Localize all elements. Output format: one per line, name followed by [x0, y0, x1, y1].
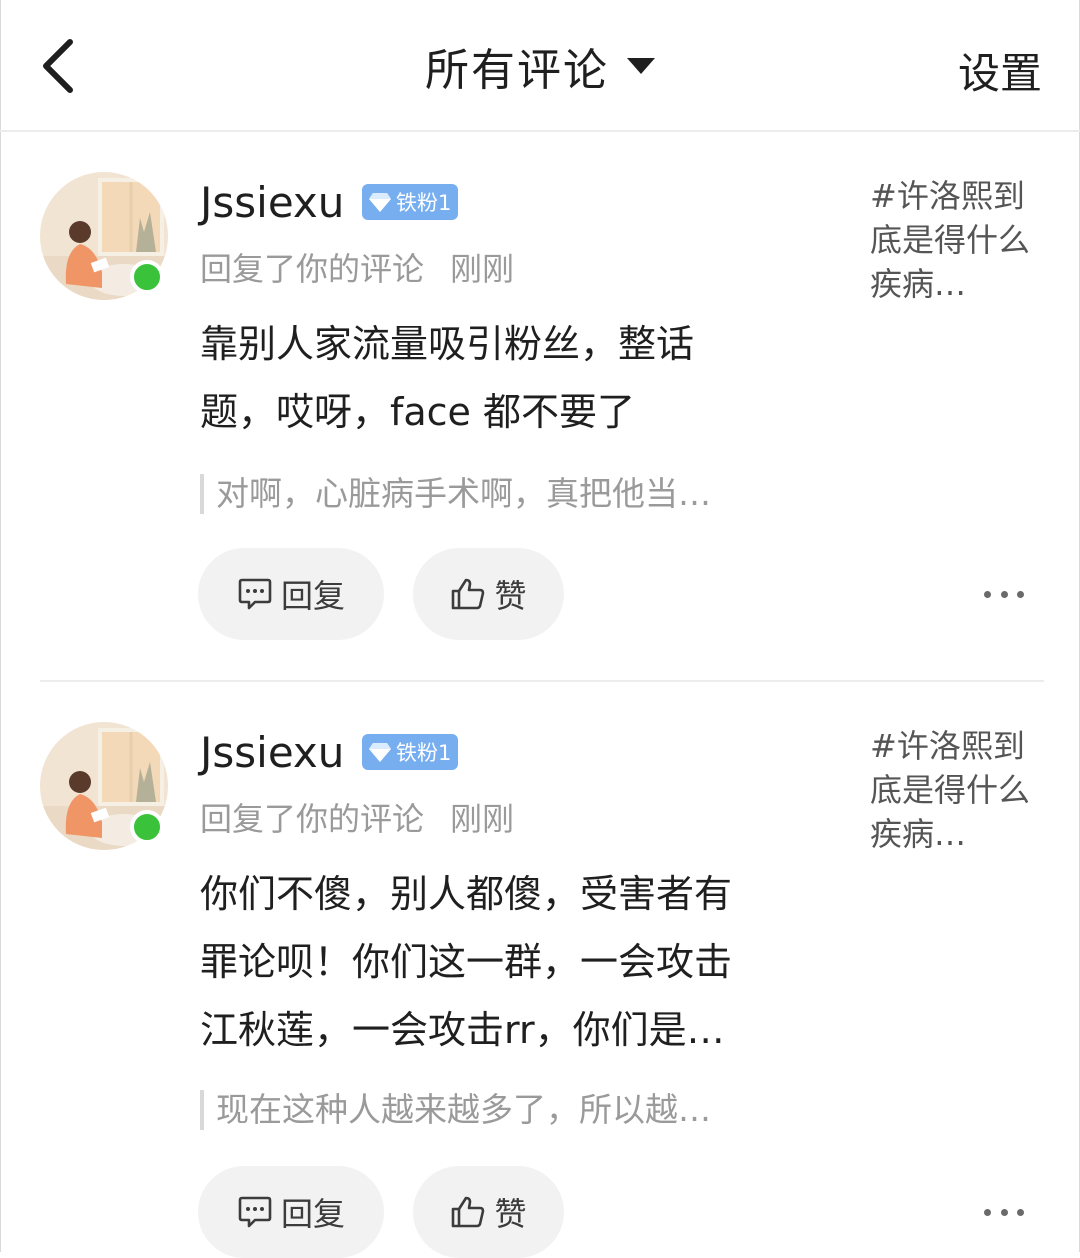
comment-meta: 回复了你的评论 刚刚	[200, 244, 514, 290]
comment-item: Jssiexu 铁粉1 回复了你的评论 刚刚 #许洛熙到底是得什么疾病… 靠别人家…	[0, 132, 1080, 680]
action-text: 回复了你的评论	[200, 800, 425, 838]
diamond-icon	[369, 193, 391, 212]
filter-dropdown[interactable]: 所有评论	[0, 34, 1080, 98]
timestamp: 刚刚	[450, 800, 515, 838]
comment-line: 你们不傻，别人都傻，受害者有	[200, 872, 733, 916]
badge-label: 铁粉1	[396, 191, 452, 215]
page-title: 所有评论	[425, 45, 609, 96]
more-dots-icon	[1000, 1208, 1008, 1216]
comment-meta: 回复了你的评论 刚刚	[200, 794, 514, 840]
comment-line: 靠别人家流量吸引粉丝，整话	[200, 322, 695, 366]
more-dots-icon	[1017, 590, 1024, 598]
reply-label: 回复	[280, 577, 345, 615]
more-options-button[interactable]	[984, 1202, 1024, 1222]
quoted-reply[interactable]: 现在这种人越来越多了，所以越…	[200, 1090, 846, 1130]
thumbs-up-icon	[452, 578, 485, 610]
thumbs-up-icon	[452, 1196, 485, 1228]
comment-body[interactable]: 你们不傻，别人都傻，受害者有 罪论呗！你们这一群，一会攻击 江秋莲，一会攻击rr…	[200, 860, 830, 1064]
action-text: 回复了你的评论	[200, 250, 425, 288]
username[interactable]: Jssiexu	[200, 728, 344, 777]
topic-preview[interactable]: #许洛熙到底是得什么疾病…	[870, 174, 1040, 306]
diamond-icon	[369, 743, 391, 762]
more-dots-icon	[984, 1208, 991, 1216]
like-button[interactable]: 赞	[413, 1166, 564, 1258]
badge-label: 铁粉1	[396, 741, 452, 765]
reply-button[interactable]: 回复	[198, 1166, 384, 1258]
comment-body[interactable]: 靠别人家流量吸引粉丝，整话 题，哎呀，face 都不要了	[200, 310, 830, 446]
online-status-dot	[130, 810, 164, 844]
online-status-dot	[130, 260, 164, 294]
top-bar: 所有评论 设置	[0, 0, 1080, 132]
comment-line: 题，哎呀，face 都不要了	[200, 390, 636, 434]
fan-badge: 铁粉1	[362, 184, 458, 220]
reply-button[interactable]: 回复	[198, 548, 384, 640]
like-label: 赞	[494, 1195, 527, 1233]
comment-bubble-icon	[238, 1196, 272, 1228]
reply-label: 回复	[280, 1195, 345, 1233]
fan-badge: 铁粉1	[362, 734, 458, 770]
settings-button[interactable]: 设置	[958, 40, 1042, 101]
username[interactable]: Jssiexu	[200, 178, 344, 227]
caret-down-icon	[627, 58, 655, 74]
comment-bubble-icon	[238, 578, 272, 610]
like-label: 赞	[494, 577, 527, 615]
more-options-button[interactable]	[984, 584, 1024, 604]
more-dots-icon	[1017, 1208, 1024, 1216]
comment-line: 罪论呗！你们这一群，一会攻击	[200, 940, 733, 984]
more-dots-icon	[1000, 590, 1008, 598]
comment-item: Jssiexu 铁粉1 回复了你的评论 刚刚 #许洛熙到底是得什么疾病… 你们不傻…	[0, 682, 1080, 1258]
quoted-reply[interactable]: 对啊，心脏病手术啊，真把他当…	[200, 474, 846, 514]
more-dots-icon	[984, 590, 991, 598]
like-button[interactable]: 赞	[413, 548, 564, 640]
timestamp: 刚刚	[450, 250, 515, 288]
comment-line: 江秋莲，一会攻击rr，你们是…	[200, 1008, 725, 1052]
topic-preview[interactable]: #许洛熙到底是得什么疾病…	[870, 724, 1040, 856]
